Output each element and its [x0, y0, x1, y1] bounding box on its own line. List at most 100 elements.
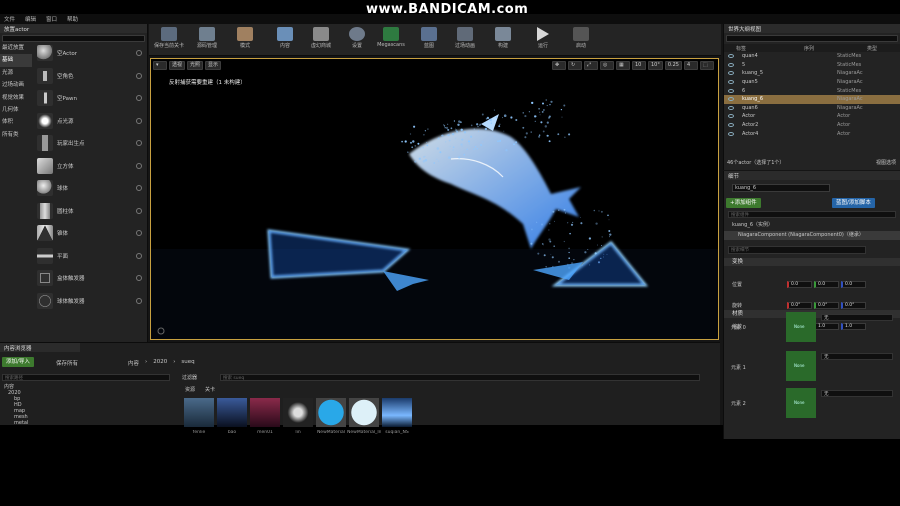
category-all-classes[interactable]: 所有类	[0, 129, 32, 141]
component-search-input[interactable]: 搜索组件	[728, 211, 896, 218]
help-icon[interactable]	[136, 95, 142, 102]
help-icon[interactable]	[136, 207, 142, 214]
material-thumbnail[interactable]: None	[786, 312, 816, 342]
asset-thumbnail[interactable]	[349, 398, 379, 427]
asset-thumbnail[interactable]	[382, 398, 412, 427]
category-visual-effects[interactable]: 视觉效果	[0, 92, 32, 104]
outliner-row[interactable]: kuang_5 NiagaraAc	[724, 69, 900, 78]
blueprint-script-button[interactable]: 蓝图/添加脚本	[832, 198, 875, 208]
menu-help[interactable]: 帮助	[67, 15, 78, 23]
blueprints-button[interactable]: 蓝图	[411, 25, 447, 55]
save-level-button[interactable]: 保存当前关卡	[151, 25, 187, 55]
scale-y-field[interactable]: 1.0	[814, 322, 839, 330]
actor-item[interactable]: 空角色	[33, 65, 147, 88]
material-thumbnail[interactable]: None	[786, 388, 816, 418]
asset-type-header[interactable]: 资源	[185, 386, 195, 393]
element-1-dropdown[interactable]: 无	[821, 353, 893, 360]
menu-file[interactable]: 文件	[4, 15, 15, 23]
content-button[interactable]: 内容	[267, 25, 303, 55]
actor-item[interactable]: 点光源	[33, 110, 147, 133]
location-z-field[interactable]: 0.0	[841, 280, 866, 288]
folder-search-input[interactable]: 搜索路径	[2, 374, 170, 381]
actor-item[interactable]: 球体触发器	[33, 290, 147, 313]
details-tab[interactable]: 细节	[724, 171, 900, 180]
help-icon[interactable]	[136, 185, 142, 192]
outliner-row[interactable]: 5 StaticMes	[724, 61, 900, 70]
outliner-row[interactable]: Actor Actor	[724, 112, 900, 121]
outliner-row[interactable]: Actor4 Actor	[724, 129, 900, 138]
asset-thumbnail[interactable]	[184, 398, 214, 427]
outliner-tab[interactable]: 世界大纲视图	[724, 24, 900, 33]
visibility-eye-icon[interactable]	[728, 71, 734, 76]
megascans-button[interactable]: Megascans	[371, 25, 411, 55]
help-icon[interactable]	[136, 297, 142, 304]
element-0-dropdown[interactable]: 无	[821, 314, 893, 321]
save-all-button[interactable]: 保存所有	[56, 359, 78, 367]
category-lights[interactable]: 光源	[0, 67, 32, 79]
instance-label[interactable]: kuang_6（实例）	[732, 221, 773, 228]
asset-thumbnail[interactable]	[217, 398, 247, 427]
rotation-z-field[interactable]: 0.0°	[841, 301, 866, 309]
add-component-button[interactable]: +添加组件	[726, 198, 761, 208]
visibility-eye-icon[interactable]	[728, 131, 734, 136]
visibility-eye-icon[interactable]	[728, 80, 734, 85]
rotation-x-field[interactable]: 0.0°	[787, 301, 812, 309]
category-basic[interactable]: 基础	[0, 54, 32, 67]
marketplace-button[interactable]: 虚幻商城	[303, 25, 339, 55]
actor-item[interactable]: 立方体	[33, 155, 147, 178]
help-icon[interactable]	[136, 72, 142, 79]
help-icon[interactable]	[136, 117, 142, 124]
help-icon[interactable]	[136, 230, 142, 237]
menu-edit[interactable]: 编辑	[25, 15, 36, 23]
col-order-header[interactable]: 序列	[752, 45, 867, 52]
outliner-row[interactable]: quan6 NiagaraAc	[724, 104, 900, 113]
folder-metal[interactable]: metal	[4, 420, 172, 426]
add-import-button[interactable]: 添加/导入	[2, 357, 34, 367]
asset-thumbnail[interactable]	[250, 398, 280, 427]
niagara-component-row[interactable]: NiagaraComponent (NiagaraComponent0)（继承）	[724, 231, 900, 240]
visibility-eye-icon[interactable]	[728, 97, 734, 102]
breadcrumb-2020[interactable]: 2020	[153, 359, 167, 367]
actor-item[interactable]: 球体	[33, 177, 147, 200]
build-button[interactable]: 构建	[485, 25, 521, 55]
breadcrumb-content[interactable]: 内容	[128, 359, 139, 367]
help-icon[interactable]	[136, 252, 142, 259]
help-icon[interactable]	[136, 162, 142, 169]
outliner-row[interactable]: quan5 NiagaraAc	[724, 78, 900, 87]
actor-item[interactable]: 圆柱体	[33, 200, 147, 223]
folder-content[interactable]: 内容	[4, 383, 172, 390]
visibility-eye-icon[interactable]	[728, 62, 734, 67]
location-y-field[interactable]: 0.0	[814, 280, 839, 288]
material-thumbnail[interactable]: None	[786, 351, 816, 381]
view-options-button[interactable]: 视图选项	[876, 159, 896, 166]
visibility-eye-icon[interactable]	[728, 123, 734, 128]
element-2-dropdown[interactable]: 无	[821, 390, 893, 397]
asset-thumbnail[interactable]	[316, 398, 346, 427]
visibility-eye-icon[interactable]	[728, 114, 734, 119]
actor-name-field[interactable]: kuang_6	[732, 184, 830, 192]
level-viewport[interactable]: ▾ 透视 光照 显示 ✥ ↻ ⤢ ◎ ▦ 10 10° 0.25 4 ⬚ 反射捕…	[150, 58, 719, 340]
actor-item[interactable]: 空Pawn	[33, 87, 147, 110]
location-x-field[interactable]: 0.0	[787, 280, 812, 288]
category-volumes[interactable]: 体积	[0, 116, 32, 128]
cinematics-button[interactable]: 过场动画	[447, 25, 483, 55]
transform-section[interactable]: 变换	[724, 258, 900, 266]
actor-item[interactable]: 锥体	[33, 222, 147, 245]
place-panel-tab[interactable]: 放置actor	[0, 24, 147, 33]
help-icon[interactable]	[136, 50, 142, 57]
actor-item[interactable]: 平面	[33, 245, 147, 268]
settings-button[interactable]: 设置	[339, 25, 375, 55]
menu-window[interactable]: 窗口	[46, 15, 57, 23]
content-browser-tab[interactable]: 内容浏览器	[0, 343, 80, 352]
asset-thumbnail[interactable]	[283, 398, 313, 427]
actor-item[interactable]: 盒体触发器	[33, 267, 147, 290]
asset-size-header[interactable]: 关卡	[205, 386, 215, 393]
help-icon[interactable]	[136, 140, 142, 147]
outliner-row[interactable]: 6 StaticMes	[724, 86, 900, 95]
breadcrumb-sueq[interactable]: sueq	[181, 359, 194, 367]
modes-button[interactable]: 模式	[227, 25, 263, 55]
outliner-row[interactable]: kuang_6 NiagaraAc	[724, 94, 900, 104]
play-button[interactable]: 运行	[525, 25, 561, 55]
actor-item[interactable]: 玩家出生点	[33, 132, 147, 155]
asset-search-input[interactable]: 搜索 sueq	[220, 374, 700, 381]
